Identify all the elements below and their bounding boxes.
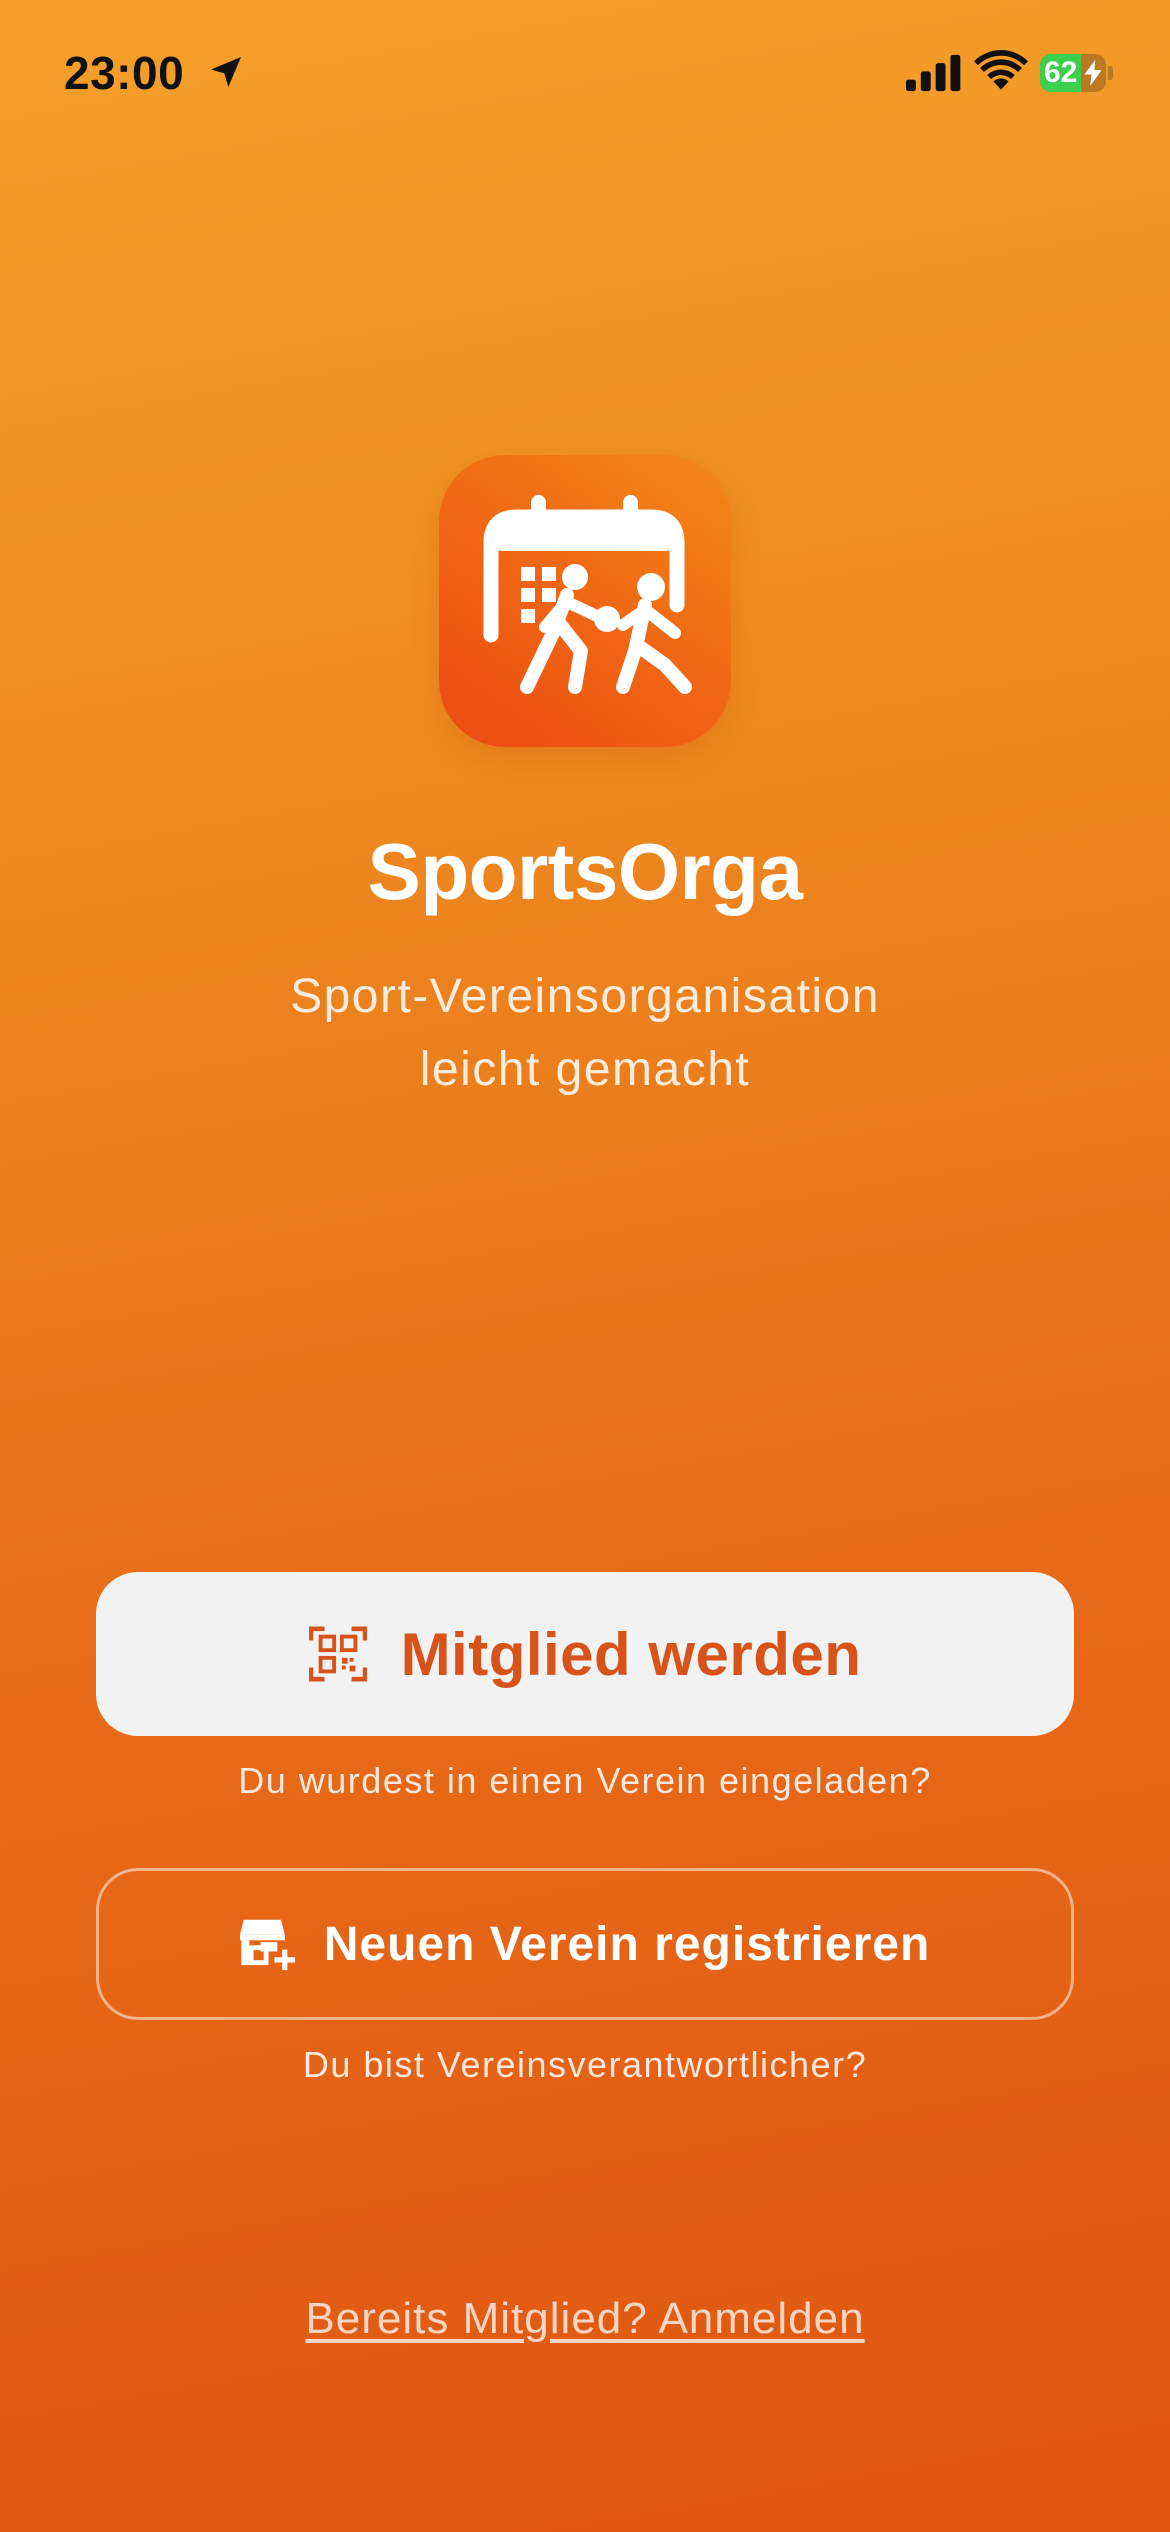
charging-bolt-icon (1084, 60, 1102, 86)
app-logo-icon (439, 455, 731, 747)
welcome-screen: 23:00 62 SportsOrga Sport-Vereinsorganis… (0, 0, 1170, 2532)
storefront-add-icon (239, 1919, 295, 1971)
battery-level-text: 62 (1044, 56, 1078, 89)
battery-charging-icon: 62 (1040, 54, 1113, 92)
cellular-signal-icon (906, 54, 961, 92)
register-club-hint: Du bist Vereinsverantwortlicher? (302, 2044, 868, 2085)
battery-body: 62 (1040, 54, 1106, 92)
login-link-container: Bereits Mitglied? Anmelden (0, 2294, 1170, 2344)
join-club-button[interactable]: Mitglied werden (96, 1572, 1074, 1736)
wifi-icon (974, 50, 1028, 90)
login-link[interactable]: Bereits Mitglied? Anmelden (305, 2294, 864, 2343)
app-subtitle-line-2: leicht gemacht (419, 1043, 751, 1096)
join-club-hint: Du wurdest in einen Verein eingeladen? (238, 1760, 932, 1801)
register-club-button[interactable]: Neuen Verein registrieren (96, 1868, 1074, 2020)
qr-code-scan-icon (308, 1626, 367, 1682)
app-subtitle-line-1: Sport-Vereinsorganisation (290, 970, 880, 1023)
register-club-button-label: Neuen Verein registrieren (323, 1917, 931, 1971)
status-time: 23:00 (64, 47, 185, 99)
battery-cap (1108, 66, 1113, 80)
app-subtitle: Sport-Vereinsorganisation leicht gemacht (185, 960, 985, 1106)
status-bar: 23:00 62 (0, 0, 1170, 150)
app-title: SportsOrga (367, 827, 803, 916)
calendar-sports-players-icon (483, 495, 692, 694)
location-arrow-icon (211, 57, 241, 87)
join-club-button-label: Mitglied werden (400, 1620, 862, 1688)
